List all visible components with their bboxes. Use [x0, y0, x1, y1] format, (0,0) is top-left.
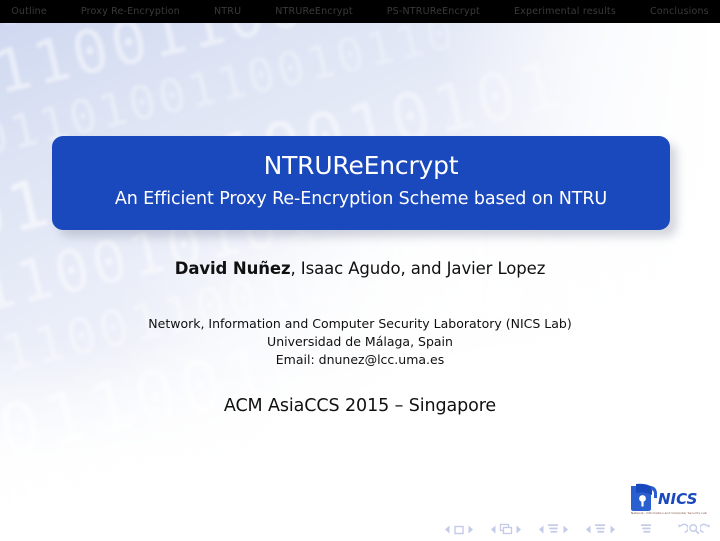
title-block: NTRUReEncrypt An Efficient Proxy Re-Encr… [52, 136, 670, 230]
institute-line-email: Email: dnunez@lcc.uma.es [275, 351, 445, 367]
nav-item-ntru[interactable]: NTRU [197, 6, 258, 17]
page-title: NTRUReEncrypt [263, 151, 459, 180]
author-rest: , Isaac Agudo, and Javier Lopez [290, 259, 546, 278]
subsection-lines-icon[interactable] [546, 523, 561, 535]
forward-icon[interactable] [700, 523, 712, 535]
previous-slide-icon[interactable] [443, 524, 452, 535]
author-primary: David Nuñez [174, 259, 291, 278]
previous-frame-icon[interactable] [489, 524, 498, 535]
nav-item-ntrureencrypt[interactable]: NTRUReEncrypt [258, 6, 369, 17]
nav-symbol-separator [654, 529, 676, 530]
nav-symbol-separator [523, 529, 537, 530]
document-icon[interactable] [639, 523, 654, 535]
page-subtitle: An Efficient Proxy Re-Encryption Scheme … [114, 188, 608, 209]
beamer-navigation-symbols[interactable] [443, 521, 712, 537]
frame-stack-icon[interactable] [498, 523, 514, 535]
nav-item-outline[interactable]: Outline [0, 6, 64, 17]
background-bottom-fade [0, 341, 720, 541]
nics-shield-icon [631, 483, 657, 511]
section-lines-icon[interactable] [593, 523, 608, 535]
nav-item-proxy-re-encryption[interactable]: Proxy Re-Encryption [64, 6, 197, 17]
conference-date-line: ACM AsiaCCS 2015 – Singapore [223, 396, 497, 416]
next-section-icon[interactable] [608, 524, 617, 535]
search-icon[interactable] [688, 523, 700, 535]
institute-block: Network, Information and Computer Securi… [0, 315, 720, 368]
headline-navigation-bar: Outline Proxy Re-Encryption NTRU NTRUReE… [0, 0, 720, 23]
author-line: David Nuñez, Isaac Agudo, and Javier Lop… [0, 259, 720, 278]
nics-tagline: Network, Information and Computer Securi… [631, 511, 707, 515]
nav-item-ps-ntrureencrypt[interactable]: PS-NTRUReEncrypt [370, 6, 497, 17]
title-box: NTRUReEncrypt An Efficient Proxy Re-Encr… [52, 136, 670, 230]
nics-logo: NICS Network, Information and Computer S… [627, 482, 713, 516]
institute-line-lab: Network, Information and Computer Securi… [148, 316, 572, 331]
nav-symbol-separator [475, 529, 489, 530]
presentation-slide: 1001100110010101 10011001100101001 01101… [0, 0, 720, 541]
nav-item-experimental-results[interactable]: Experimental results [497, 6, 633, 17]
nics-wordmark: NICS [658, 490, 697, 508]
nav-symbol-separator [617, 529, 639, 530]
slide-square-icon[interactable] [452, 524, 466, 535]
nav-item-conclusions[interactable]: Conclusions [633, 6, 720, 17]
previous-subsection-icon[interactable] [537, 524, 546, 535]
nav-symbol-separator [570, 529, 584, 530]
next-frame-icon[interactable] [514, 524, 523, 535]
next-slide-icon[interactable] [466, 524, 475, 535]
back-icon[interactable] [676, 523, 688, 535]
next-subsection-icon[interactable] [561, 524, 570, 535]
previous-section-icon[interactable] [584, 524, 593, 535]
institute-line-university: Universidad de Málaga, Spain [267, 333, 453, 349]
